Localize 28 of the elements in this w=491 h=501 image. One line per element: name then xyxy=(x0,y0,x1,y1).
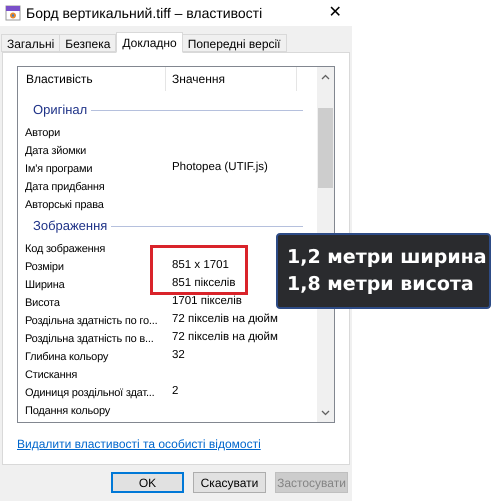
property-name: Одиниця роздільної здат... xyxy=(25,386,155,399)
property-name: Розміри xyxy=(25,260,64,273)
property-name: Подання кольору xyxy=(25,404,110,417)
property-name: Ширина xyxy=(25,278,64,291)
property-value: 851 пікселів xyxy=(171,276,236,292)
property-value: Photopea (UTIF.js) xyxy=(171,160,268,176)
property-name: Роздільна здатність по в... xyxy=(25,332,154,345)
property-name: Роздільна здатність по го... xyxy=(25,314,158,327)
property-value: 72 пікселів на дюйм xyxy=(171,330,278,346)
property-value: 72 пікселів на дюйм xyxy=(171,312,278,328)
property-value: 32 xyxy=(171,348,185,364)
callout-text: 1,2 метри ширина xyxy=(287,245,488,270)
group-header: Зображення xyxy=(33,217,108,236)
property-name: Висота xyxy=(25,296,60,309)
property-name: Стискання xyxy=(25,368,78,381)
property-value: 1701 пікселів xyxy=(171,294,242,310)
property-name: Код зображення xyxy=(25,242,106,255)
property-value: 851 x 1701 xyxy=(171,258,229,274)
property-name: Дата зйомки xyxy=(25,144,86,157)
group-header: Оригінал xyxy=(33,101,88,120)
window-title: Борд вертикальний.tiff – властивості xyxy=(26,4,262,23)
property-name: Автори xyxy=(25,126,60,139)
property-name: Дата придбання xyxy=(25,180,105,193)
callout-text: 1,8 метри висота xyxy=(287,272,475,297)
property-value: 2 xyxy=(171,384,178,400)
property-name: Глибина кольору xyxy=(25,350,108,363)
property-name: Авторські права xyxy=(25,198,104,211)
property-name: Ім'я програми xyxy=(25,162,92,175)
